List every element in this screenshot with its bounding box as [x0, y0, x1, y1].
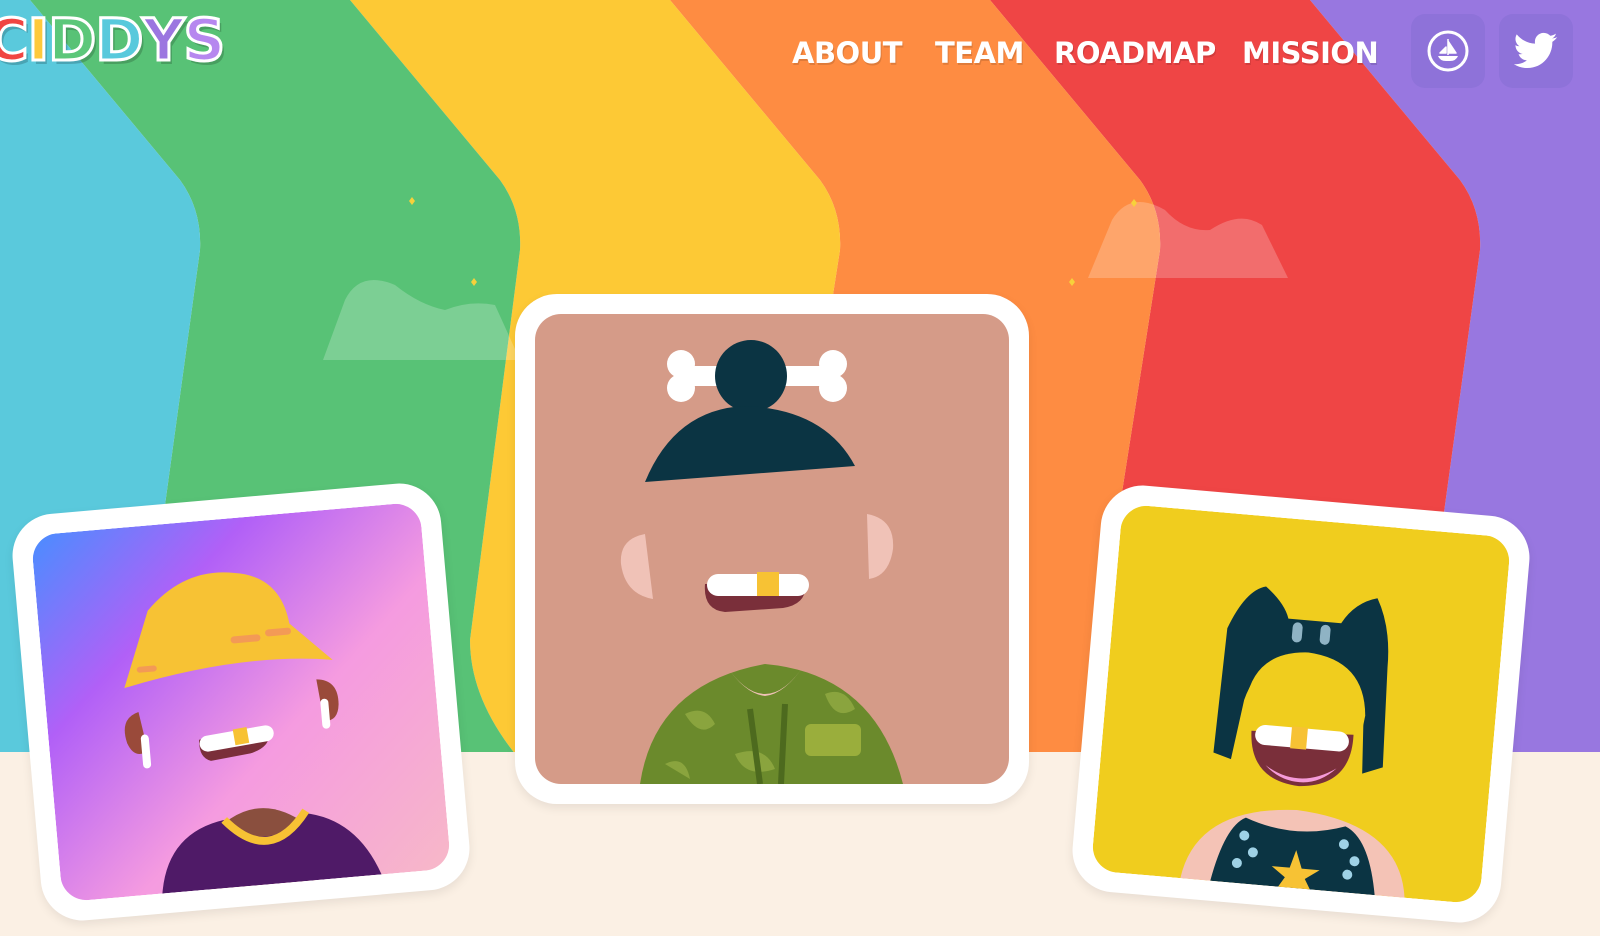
avatar-card-bone-bun[interactable] — [515, 294, 1029, 804]
nav-roadmap[interactable]: ROADMAP — [1054, 36, 1216, 70]
opensea-button[interactable] — [1411, 14, 1485, 88]
avatar-cat-ears-illustration — [1090, 503, 1512, 905]
avatar-bone-bun-illustration — [535, 314, 1009, 784]
hero-section: CIDDYS ABOUT TEAM ROADMAP MISSION — [0, 0, 1600, 936]
nav-mission[interactable]: MISSION — [1242, 36, 1379, 70]
avatar-cat-ears — [1090, 503, 1512, 905]
nav-team[interactable]: TEAM — [935, 36, 1024, 70]
nav-about[interactable]: ABOUT — [792, 36, 903, 70]
avatar-bucket-hat-illustration — [30, 501, 452, 903]
avatar-card-cat-ears[interactable] — [1069, 482, 1533, 926]
avatar-bone-bun — [535, 314, 1009, 784]
twitter-button[interactable] — [1499, 14, 1573, 88]
opensea-icon — [1427, 30, 1469, 72]
twitter-icon — [1514, 32, 1558, 69]
avatar-card-bucket-hat[interactable] — [9, 480, 473, 924]
main-nav: ABOUT TEAM ROADMAP MISSION — [0, 36, 1600, 76]
avatar-bucket-hat — [30, 501, 452, 903]
